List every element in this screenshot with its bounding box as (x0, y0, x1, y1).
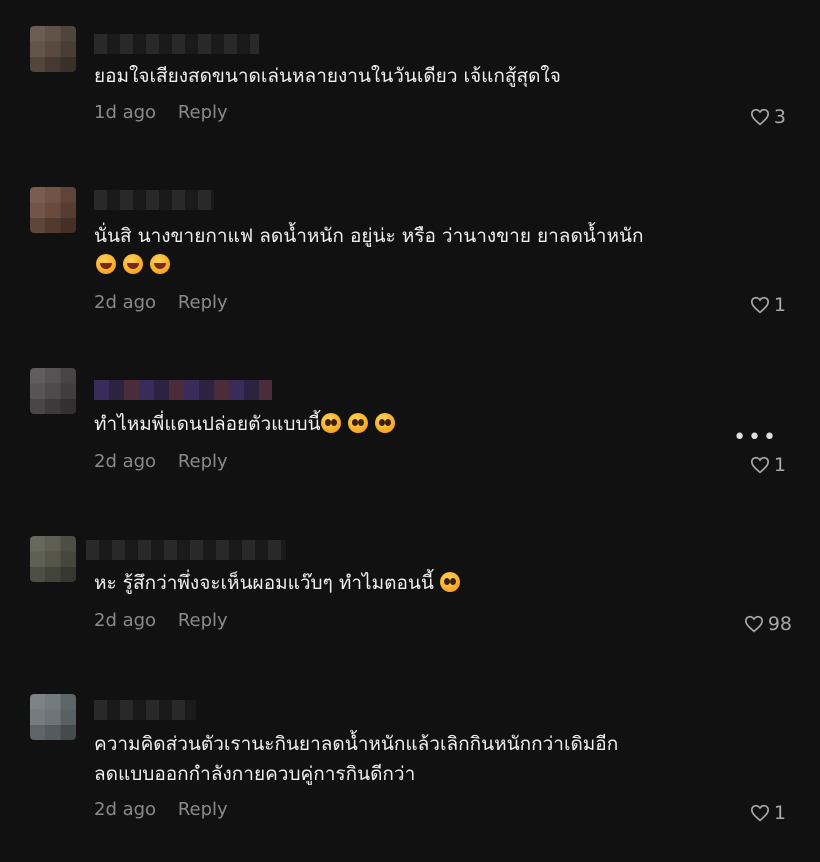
rolling-laughing-emoji (150, 254, 170, 274)
pleading-face-emoji (347, 413, 368, 433)
pleading-face-emoji (320, 413, 341, 433)
pleading-face-emoji (374, 413, 395, 433)
reply-button[interactable]: Reply (178, 799, 228, 820)
comment-text: ความคิดส่วนตัวเรานะกินยาลดน้ำหนักแล้วเลิ… (94, 733, 619, 755)
comment-text: นั่นสิ นางขายกาแฟ ลดน้ำหนัก อยู่น่ะ หรือ… (94, 225, 644, 247)
reply-button[interactable]: Reply (178, 451, 228, 472)
reply-button[interactable]: Reply (178, 610, 228, 631)
like-count: 1 (773, 802, 786, 824)
comment-text: หะ รู้สึกว่าพึ่งจะเห็นผอมแว๊บๆ ทำไมตอนนี… (94, 569, 467, 598)
comment-timestamp: 2d ago (94, 451, 157, 472)
heart-outline-icon (750, 804, 769, 822)
avatar[interactable] (30, 26, 76, 72)
comment-meta: 2d ago Reply (94, 799, 228, 820)
comment-timestamp: 2d ago (94, 799, 157, 820)
emoji-row (96, 254, 177, 275)
comment-meta: 2d ago Reply (94, 292, 228, 313)
like-button[interactable]: 3 (750, 106, 786, 128)
username-blurred[interactable] (94, 380, 272, 400)
avatar[interactable] (30, 368, 76, 414)
username-blurred[interactable] (86, 540, 286, 560)
comment-meta: 1d ago Reply (94, 102, 228, 123)
like-button[interactable]: 1 (750, 294, 786, 316)
like-button[interactable]: 1 (750, 454, 786, 476)
comment-text: ทำไหมพี่แดนปล่อยตัวแบบนี้ (94, 410, 402, 439)
username-blurred[interactable] (94, 190, 214, 210)
avatar[interactable] (30, 536, 76, 582)
comment-text: ยอมใจเสียงสดขนาดเล่นหลายงานในวันเดียว เจ… (94, 65, 561, 87)
comment-text-line2: ลดแบบออกกำลังกายควบคู่การกินดีกว่า (94, 763, 416, 785)
heart-outline-icon (750, 108, 769, 126)
reply-button[interactable]: Reply (178, 292, 228, 313)
like-button[interactable]: 1 (750, 802, 786, 824)
heart-outline-icon (744, 615, 763, 633)
like-count: 3 (773, 106, 786, 128)
flushed-face-emoji (439, 572, 460, 592)
more-options-icon[interactable]: ••• (733, 425, 778, 450)
like-button[interactable]: 98 (744, 613, 792, 635)
comment-timestamp: 1d ago (94, 102, 157, 123)
rolling-laughing-emoji (123, 254, 143, 274)
username-blurred[interactable] (94, 700, 196, 720)
rolling-laughing-emoji (96, 254, 116, 274)
heart-outline-icon (750, 296, 769, 314)
comment-meta: 2d ago Reply (94, 451, 228, 472)
like-count: 98 (767, 613, 792, 635)
like-count: 1 (773, 294, 786, 316)
heart-outline-icon (750, 456, 769, 474)
comment-timestamp: 2d ago (94, 292, 157, 313)
comment-timestamp: 2d ago (94, 610, 157, 631)
reply-button[interactable]: Reply (178, 102, 228, 123)
avatar[interactable] (30, 187, 76, 233)
comment-meta: 2d ago Reply (94, 610, 228, 631)
username-blurred[interactable] (94, 34, 259, 54)
avatar[interactable] (30, 694, 76, 740)
like-count: 1 (773, 454, 786, 476)
